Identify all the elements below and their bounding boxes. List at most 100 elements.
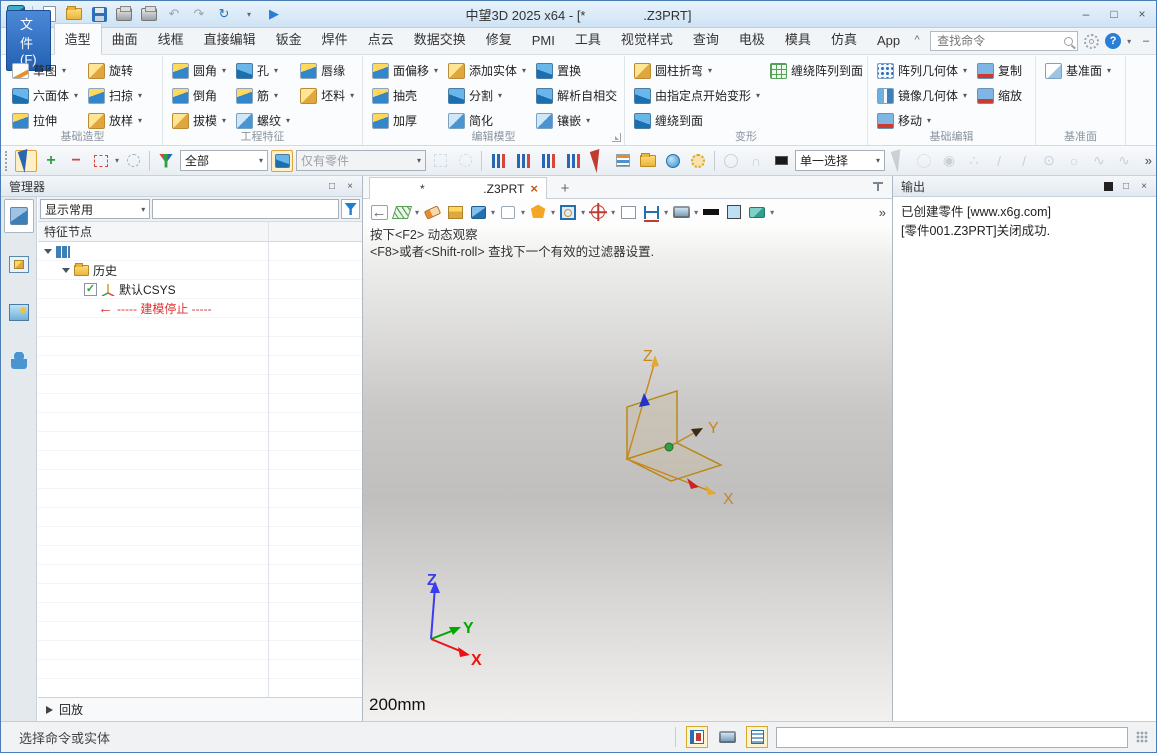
display-filter-combo[interactable]: 显示常用▾ bbox=[40, 199, 150, 219]
revolve-button[interactable]: 旋转 bbox=[83, 58, 147, 83]
status-input[interactable] bbox=[776, 727, 1128, 748]
settings-gear-icon[interactable] bbox=[1084, 34, 1099, 49]
doc-minimize-button[interactable]: – bbox=[1137, 33, 1155, 49]
mirror-geometry-button[interactable]: 镜像几何体▾ bbox=[872, 83, 972, 108]
dropdown-icon[interactable]: ▾ bbox=[274, 91, 278, 100]
spline-snap-2-button[interactable]: ∿ bbox=[1113, 150, 1135, 172]
dropdown-icon[interactable]: ▾ bbox=[756, 91, 760, 100]
quick-edit-button[interactable] bbox=[445, 202, 465, 222]
fullscreen-toggle[interactable] bbox=[716, 726, 738, 748]
tab-electrode[interactable]: 电极 bbox=[729, 24, 775, 54]
chain-pick-button[interactable] bbox=[429, 150, 451, 172]
toolbar-overflow-icon[interactable]: » bbox=[1145, 153, 1152, 168]
tab-mold[interactable]: 模具 bbox=[775, 24, 821, 54]
box-button[interactable]: 六面体▾ bbox=[7, 83, 83, 108]
lasso-select-button[interactable] bbox=[122, 150, 144, 172]
sketch-button[interactable]: 草图▾ bbox=[7, 58, 83, 83]
divide-button[interactable]: 分割▾ bbox=[443, 83, 531, 108]
role-manager-tab[interactable] bbox=[4, 343, 34, 377]
print-button[interactable] bbox=[115, 5, 133, 23]
output-pin-button[interactable] bbox=[1100, 179, 1116, 194]
stock-button[interactable]: 坯料▾ bbox=[295, 83, 359, 108]
command-search-input[interactable] bbox=[930, 31, 1078, 51]
output-log[interactable]: 已创建零件 [www.x6g.com] [零件001.Z3PRT]关闭成功. bbox=[893, 197, 1156, 721]
feature-tree[interactable]: 历史 ✓ 默认CSYS ← ----- 建模停止 ----- bbox=[38, 242, 362, 697]
dropdown-icon[interactable]: ▾ bbox=[586, 116, 590, 125]
tab-surface[interactable]: 曲面 bbox=[102, 24, 148, 54]
output-toggle[interactable] bbox=[746, 726, 768, 748]
tab-wireframe[interactable]: 线框 bbox=[148, 24, 194, 54]
hole-button[interactable]: 孔▾ bbox=[231, 58, 295, 83]
point-snap-button[interactable]: ∴ bbox=[963, 150, 985, 172]
preferences-button[interactable] bbox=[687, 150, 709, 172]
line-snap-1-button[interactable]: / bbox=[988, 150, 1010, 172]
curve-tool-button[interactable]: ∩ bbox=[745, 150, 767, 172]
tab-app[interactable]: App bbox=[867, 28, 910, 54]
dialog-launcher-icon[interactable] bbox=[612, 133, 621, 142]
dropdown-icon[interactable]: ▾ bbox=[138, 116, 142, 125]
exit-button[interactable]: ← bbox=[369, 202, 389, 222]
deform-from-point-button[interactable]: 由指定点开始变形▾ bbox=[629, 83, 765, 108]
related-pick-button[interactable] bbox=[454, 150, 476, 172]
dropdown-icon[interactable]: ▾ bbox=[274, 66, 278, 75]
color-swatch-button[interactable] bbox=[724, 202, 744, 222]
scale-button[interactable]: 缩放 bbox=[972, 83, 1027, 108]
web-browser-button[interactable] bbox=[662, 150, 684, 172]
dropdown-icon[interactable]: ▾ bbox=[963, 66, 967, 75]
dimension-display-button[interactable] bbox=[641, 202, 661, 222]
spline-snap-1-button[interactable]: ∿ bbox=[1088, 150, 1110, 172]
dropdown-icon[interactable]: ▾ bbox=[434, 66, 438, 75]
wrap-pattern-to-face-button[interactable]: 缠绕阵列到面 bbox=[765, 58, 868, 83]
tab-inquire[interactable]: 查询 bbox=[683, 24, 729, 54]
default-csys-row[interactable]: ✓ 默认CSYS bbox=[38, 280, 362, 299]
play-button[interactable]: ▶ bbox=[265, 5, 283, 23]
face-offset-button[interactable]: 面偏移▾ bbox=[367, 58, 443, 83]
chevron-down-icon[interactable]: ▾ bbox=[770, 208, 774, 217]
selection-mode-combo[interactable]: 单一选择▾ bbox=[795, 150, 885, 171]
marquee-dropdown-icon[interactable]: ▾ bbox=[115, 156, 119, 165]
tab-simulation[interactable]: 仿真 bbox=[821, 24, 867, 54]
filter-button[interactable] bbox=[155, 150, 177, 172]
dropdown-icon[interactable]: ▾ bbox=[62, 66, 66, 75]
playback-bar[interactable]: 回放 bbox=[38, 697, 362, 721]
help-icon[interactable]: ? bbox=[1105, 33, 1121, 49]
dropdown-icon[interactable]: ▾ bbox=[222, 66, 226, 75]
pick-button[interactable] bbox=[15, 150, 37, 172]
batch-print-button[interactable] bbox=[140, 5, 158, 23]
rib-button[interactable]: 筋▾ bbox=[231, 83, 295, 108]
show-hide-3-button[interactable] bbox=[537, 150, 559, 172]
orbit-button[interactable] bbox=[720, 150, 742, 172]
shaded-display-button[interactable] bbox=[468, 202, 488, 222]
minimize-button[interactable]: – bbox=[1072, 4, 1100, 24]
visual-manager-tab[interactable] bbox=[4, 247, 34, 281]
qat-dropdown[interactable]: ▾ bbox=[240, 5, 258, 23]
chevron-down-icon[interactable]: ▾ bbox=[491, 208, 495, 217]
circle-snap-1-button[interactable]: ⊙ bbox=[1038, 150, 1060, 172]
remove-selection-button[interactable]: − bbox=[65, 150, 87, 172]
line-snap-2-button[interactable]: / bbox=[1013, 150, 1035, 172]
chevron-down-icon[interactable]: ▾ bbox=[664, 208, 668, 217]
visibility-checkbox[interactable]: ✓ bbox=[84, 283, 97, 296]
manager-restore-button[interactable]: □ bbox=[324, 179, 340, 194]
tree-filter-button[interactable] bbox=[341, 199, 360, 219]
pick-scope-button[interactable] bbox=[271, 150, 293, 172]
toolbar-grip[interactable] bbox=[5, 151, 10, 171]
wireframe-display-button[interactable] bbox=[498, 202, 518, 222]
scope-combo[interactable]: 仅有零件▾ bbox=[296, 150, 426, 171]
pattern-geometry-button[interactable]: 阵列几何体▾ bbox=[872, 58, 972, 83]
snapshot-button[interactable] bbox=[618, 202, 638, 222]
tab-sheet-metal[interactable]: 钣金 bbox=[266, 24, 312, 54]
zoom-window-button[interactable] bbox=[558, 202, 578, 222]
manager-close-button[interactable]: × bbox=[342, 179, 358, 194]
dropdown-icon[interactable]: ▾ bbox=[350, 91, 354, 100]
chevron-down-icon[interactable]: ▾ bbox=[694, 208, 698, 217]
marquee-select-button[interactable] bbox=[90, 150, 112, 172]
tab-repair[interactable]: 修复 bbox=[476, 24, 522, 54]
add-shape-button[interactable]: 添加实体▾ bbox=[443, 58, 531, 83]
tab-shape[interactable]: 造型 bbox=[54, 23, 102, 55]
show-hide-4-button[interactable] bbox=[562, 150, 584, 172]
dropdown-icon[interactable]: ▾ bbox=[927, 116, 931, 125]
history-folder-row[interactable]: 历史 bbox=[38, 261, 362, 280]
add-selection-button[interactable]: + bbox=[40, 150, 62, 172]
undo-button[interactable]: ↶ bbox=[165, 5, 183, 23]
